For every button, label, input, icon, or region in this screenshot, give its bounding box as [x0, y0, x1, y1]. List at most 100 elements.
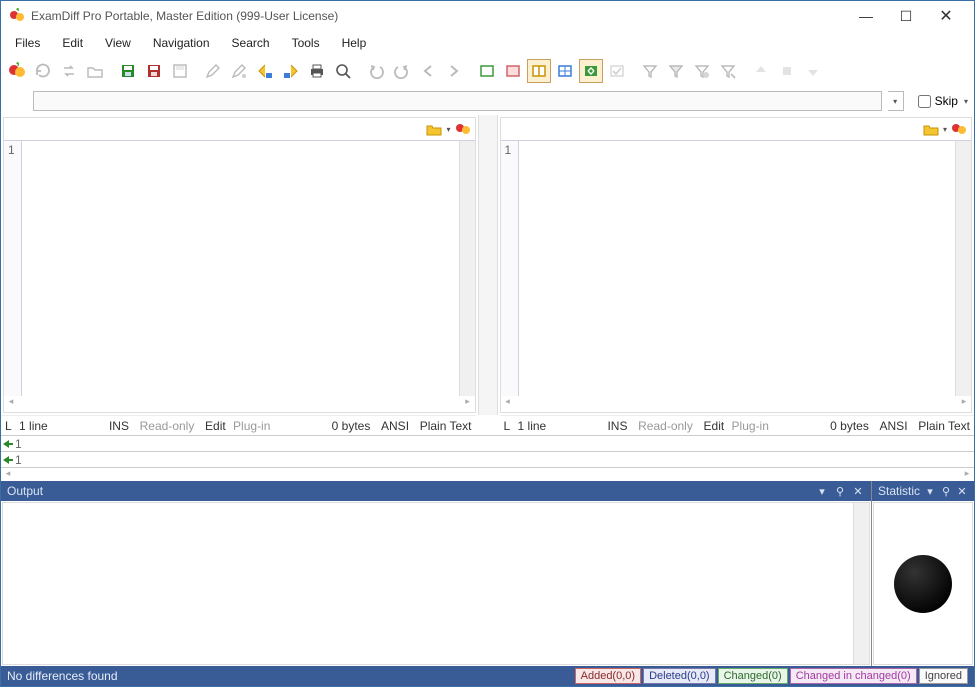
window-title: ExamDiff Pro Portable, Master Edition (9… — [31, 9, 846, 23]
left-hscroll[interactable]: ◂▸ — [4, 396, 475, 412]
panel-pin-icon[interactable]: ⚲ — [833, 485, 847, 498]
save-as-icon[interactable] — [142, 59, 166, 83]
status-plugin[interactable]: Plug-in — [233, 419, 270, 433]
open-file-icon[interactable] — [923, 122, 939, 136]
status-message: No differences found — [7, 669, 573, 683]
output-body[interactable] — [2, 502, 870, 665]
save-both-icon[interactable] — [168, 59, 192, 83]
left-editor[interactable] — [22, 141, 459, 396]
menu-files[interactable]: Files — [5, 34, 50, 52]
compare-small-icon[interactable] — [455, 121, 471, 137]
status-type[interactable]: Plain Text — [918, 419, 970, 433]
edit-right-icon[interactable] — [227, 59, 251, 83]
edit-left-icon[interactable] — [201, 59, 225, 83]
undo-icon[interactable] — [364, 59, 388, 83]
badge-added[interactable]: Added(0,0) — [575, 668, 641, 684]
statistic-panel: Statistic ▾ ⚲ ✕ — [872, 481, 974, 666]
checkmark-icon[interactable] — [605, 59, 629, 83]
left-vscrollbar[interactable] — [459, 141, 475, 396]
menu-navigation[interactable]: Navigation — [143, 34, 220, 52]
status-edit[interactable]: Edit — [205, 419, 226, 433]
compare-small-icon[interactable] — [951, 121, 967, 137]
badge-changed[interactable]: Changed(0) — [718, 668, 788, 684]
diff-row-b[interactable]: 1 — [1, 451, 974, 467]
right-gutter: 1 — [501, 141, 519, 396]
sep — [633, 61, 634, 81]
view-sync-icon[interactable] — [579, 59, 603, 83]
open-folder-icon[interactable] — [83, 59, 107, 83]
global-hscroll[interactable]: ◂▸ — [1, 467, 974, 481]
badge-chg-in-chg[interactable]: Changed in changed(0) — [790, 668, 917, 684]
filter4-icon[interactable] — [716, 59, 740, 83]
redo-icon[interactable] — [390, 59, 414, 83]
panel-menu-icon[interactable]: ▾ — [924, 485, 936, 498]
panel-close-icon[interactable]: ✕ — [851, 485, 865, 498]
merge-right-icon[interactable] — [279, 59, 303, 83]
menu-view[interactable]: View — [95, 34, 141, 52]
nav-forward-icon[interactable] — [442, 59, 466, 83]
menu-help[interactable]: Help — [332, 34, 377, 52]
skip-checkbox[interactable]: Skip ▾ — [918, 94, 968, 108]
filter1-icon[interactable] — [638, 59, 662, 83]
status-enc[interactable]: ANSI — [880, 419, 908, 433]
panel-close-icon[interactable]: ✕ — [956, 485, 968, 498]
badge-deleted[interactable]: Deleted(0,0) — [643, 668, 716, 684]
status-lines: 1 line — [518, 419, 547, 433]
menu-search[interactable]: Search — [222, 34, 280, 52]
title-bar: ExamDiff Pro Portable, Master Edition (9… — [1, 1, 974, 31]
status-ins: INS — [109, 419, 129, 433]
search-dropdown-icon[interactable]: ▾ — [888, 91, 904, 111]
status-enc[interactable]: ANSI — [381, 419, 409, 433]
view-split-v-icon[interactable] — [527, 59, 551, 83]
open-drop-icon[interactable]: ▾ — [446, 125, 450, 134]
next-diff-icon[interactable] — [801, 59, 825, 83]
compare-icon[interactable] — [5, 59, 29, 83]
panel-pin-icon[interactable]: ⚲ — [940, 485, 952, 498]
status-type[interactable]: Plain Text — [420, 419, 472, 433]
output-vscroll[interactable] — [853, 503, 869, 664]
stat-title: Statistic — [878, 484, 920, 498]
sep — [744, 61, 745, 81]
search-input[interactable] — [33, 91, 882, 111]
statistic-panel-header[interactable]: Statistic ▾ ⚲ ✕ — [872, 481, 974, 501]
minimize-button[interactable]: — — [846, 2, 886, 30]
view-single-icon[interactable] — [475, 59, 499, 83]
zoom-icon[interactable] — [331, 59, 355, 83]
output-panel-header[interactable]: Output ▾ ⚲ ✕ — [1, 481, 871, 501]
right-editor[interactable] — [519, 141, 956, 396]
prev-diff-icon[interactable] — [749, 59, 773, 83]
view-grid-icon[interactable] — [553, 59, 577, 83]
refresh-icon[interactable] — [31, 59, 55, 83]
stop-icon[interactable] — [775, 59, 799, 83]
filter2-icon[interactable] — [664, 59, 688, 83]
open-file-icon[interactable] — [426, 122, 442, 136]
print-icon[interactable] — [305, 59, 329, 83]
skip-checkbox-input[interactable] — [918, 95, 931, 108]
pane-status-row: L 1 line INS Read-only Edit Plug-in 0 by… — [1, 415, 974, 435]
save-icon[interactable] — [116, 59, 140, 83]
main-toolbar — [1, 55, 974, 87]
status-ro: Read-only — [638, 419, 693, 433]
right-vscrollbar[interactable] — [955, 141, 971, 396]
skip-drop-icon[interactable]: ▾ — [964, 97, 968, 106]
status-plugin[interactable]: Plug-in — [732, 419, 769, 433]
menu-edit[interactable]: Edit — [52, 34, 93, 52]
panel-menu-icon[interactable]: ▾ — [815, 485, 829, 498]
status-edit[interactable]: Edit — [704, 419, 725, 433]
status-L: L — [5, 419, 12, 433]
merge-left-icon[interactable] — [253, 59, 277, 83]
open-drop-icon[interactable]: ▾ — [943, 125, 947, 134]
status-ins: INS — [607, 419, 627, 433]
right-hscroll[interactable]: ◂▸ — [501, 396, 972, 412]
badge-ignored[interactable]: Ignored — [919, 668, 968, 684]
close-button[interactable]: ✕ — [926, 2, 966, 30]
nav-back-icon[interactable] — [416, 59, 440, 83]
maximize-button[interactable]: ☐ — [886, 2, 926, 30]
vertical-splitter[interactable] — [478, 115, 498, 415]
filter3-icon[interactable] — [690, 59, 714, 83]
diff-row-a[interactable]: 1 — [1, 435, 974, 451]
view-highlight-icon[interactable] — [501, 59, 525, 83]
menu-tools[interactable]: Tools — [282, 34, 330, 52]
diff-arrow-icon — [1, 437, 15, 451]
swap-icon[interactable] — [57, 59, 81, 83]
